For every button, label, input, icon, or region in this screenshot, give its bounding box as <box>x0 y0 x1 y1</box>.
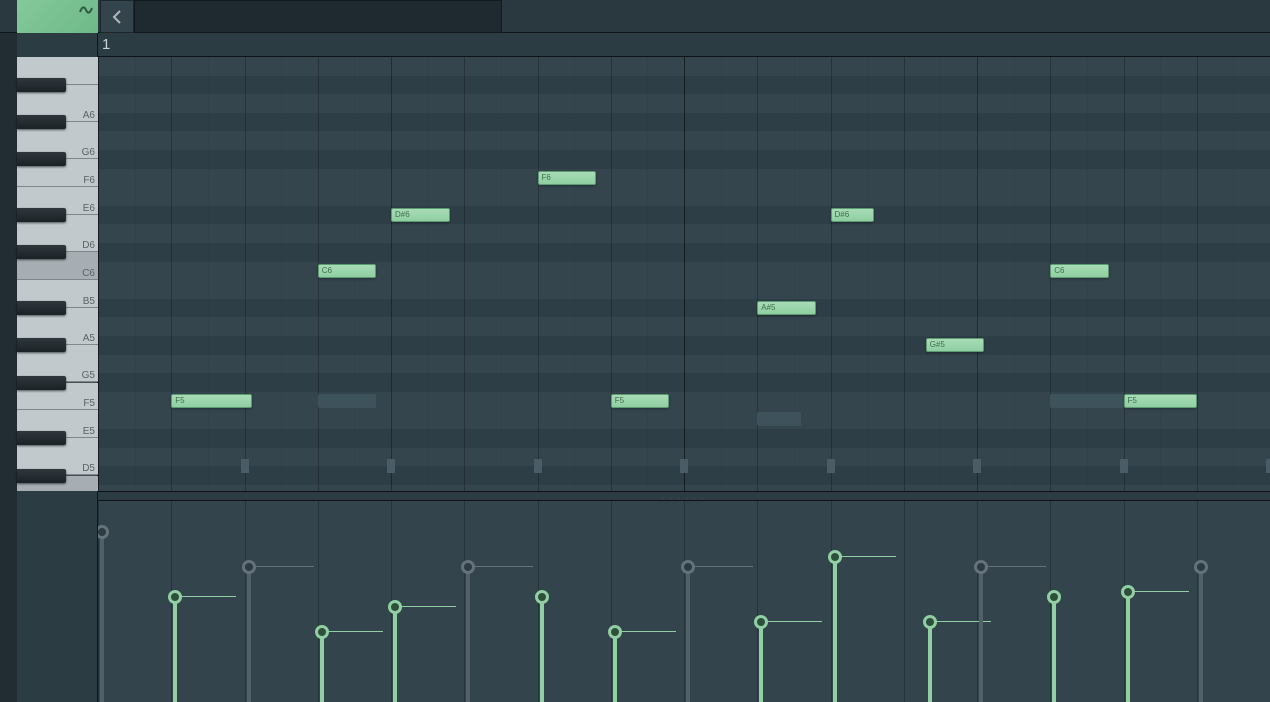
midi-note[interactable]: F5 <box>1124 394 1197 408</box>
key-label: B5 <box>83 296 95 307</box>
grid-tick <box>241 459 249 473</box>
key-label: G5 <box>82 370 95 381</box>
grid-tick <box>1266 459 1270 473</box>
key-label: A6 <box>83 110 95 121</box>
ruler-corner <box>17 33 98 57</box>
bar-number: 1 <box>102 36 110 53</box>
piano-key-G#6[interactable] <box>17 115 66 129</box>
velocity-node[interactable] <box>833 557 837 702</box>
velocity-node[interactable] <box>1199 567 1203 702</box>
velocity-node[interactable] <box>100 532 104 702</box>
velocity-node[interactable] <box>540 597 544 702</box>
pattern-color-swatch[interactable] <box>17 0 98 33</box>
midi-note[interactable]: F5 <box>171 394 252 408</box>
ghost-note <box>1050 394 1123 408</box>
piano-key-A#5[interactable] <box>17 301 66 315</box>
velocity-node[interactable] <box>466 567 470 702</box>
velocity-node[interactable] <box>173 597 177 702</box>
key-label: E5 <box>83 426 95 437</box>
ghost-note <box>757 412 801 426</box>
midi-note[interactable]: C6 <box>1050 264 1109 278</box>
piano-key-D#5[interactable] <box>17 431 66 445</box>
key-label: F6 <box>83 175 95 186</box>
wave-icon <box>78 2 94 18</box>
velocity-node[interactable] <box>928 622 932 702</box>
velocity-lane[interactable] <box>98 501 1270 702</box>
grid-tick <box>1120 459 1128 473</box>
lane-splitter[interactable]: . . . . . . <box>98 491 1270 501</box>
grid-tick <box>534 459 542 473</box>
timeline-ruler[interactable]: 1 <box>98 33 1270 57</box>
velocity-node[interactable] <box>759 622 763 702</box>
key-label: E6 <box>83 203 95 214</box>
key-label: C6 <box>82 268 95 279</box>
midi-note[interactable]: G#5 <box>926 338 985 352</box>
grid-tick <box>827 459 835 473</box>
midi-note[interactable]: D#6 <box>391 208 450 222</box>
midi-note[interactable]: F6 <box>538 171 597 185</box>
velocity-node[interactable] <box>320 632 324 702</box>
piano-key-C#6[interactable] <box>17 245 66 259</box>
midi-note[interactable]: A#5 <box>757 301 816 315</box>
back-button[interactable] <box>100 0 134 33</box>
grip-icon: . . . . . . <box>662 494 705 501</box>
piano-key-F#6[interactable] <box>17 152 66 166</box>
piano-key-D#6[interactable] <box>17 208 66 222</box>
velocity-node[interactable] <box>686 567 690 702</box>
pattern-name-input[interactable] <box>134 0 502 33</box>
velocity-node[interactable] <box>1052 597 1056 702</box>
piano-key-C#5[interactable] <box>17 469 66 483</box>
piano-key-G#5[interactable] <box>17 338 66 352</box>
velocity-node[interactable] <box>979 567 983 702</box>
key-label: D5 <box>82 463 95 474</box>
note-grid[interactable]: F5 C6 D#6 F6 F5 A#5 D#6 G#5 C6 F5 <box>98 57 1270 491</box>
midi-note[interactable]: C6 <box>318 264 377 278</box>
ghost-note <box>318 394 377 408</box>
grid-tick <box>387 459 395 473</box>
piano-key-F#5[interactable] <box>17 376 66 390</box>
key-label: F5 <box>83 398 95 409</box>
key-label: D6 <box>82 240 95 251</box>
midi-note[interactable]: F5 <box>611 394 670 408</box>
chevron-left-icon <box>111 10 123 24</box>
piano-key-A#6[interactable] <box>17 78 66 92</box>
left-gutter <box>0 0 17 702</box>
velocity-corner <box>17 491 98 702</box>
key-label: A5 <box>83 333 95 344</box>
velocity-node[interactable] <box>613 632 617 702</box>
velocity-node[interactable] <box>1126 592 1130 702</box>
toolbar <box>0 0 1270 33</box>
velocity-node[interactable] <box>393 607 397 702</box>
grid-tick <box>973 459 981 473</box>
piano-keyboard[interactable]: A6G6F6E6D6C6B5A5G5F5E5D5C5B4 <box>17 57 98 491</box>
key-label: G6 <box>82 147 95 158</box>
grid-tick <box>680 459 688 473</box>
velocity-node[interactable] <box>247 567 251 702</box>
midi-note[interactable]: D#6 <box>831 208 875 222</box>
